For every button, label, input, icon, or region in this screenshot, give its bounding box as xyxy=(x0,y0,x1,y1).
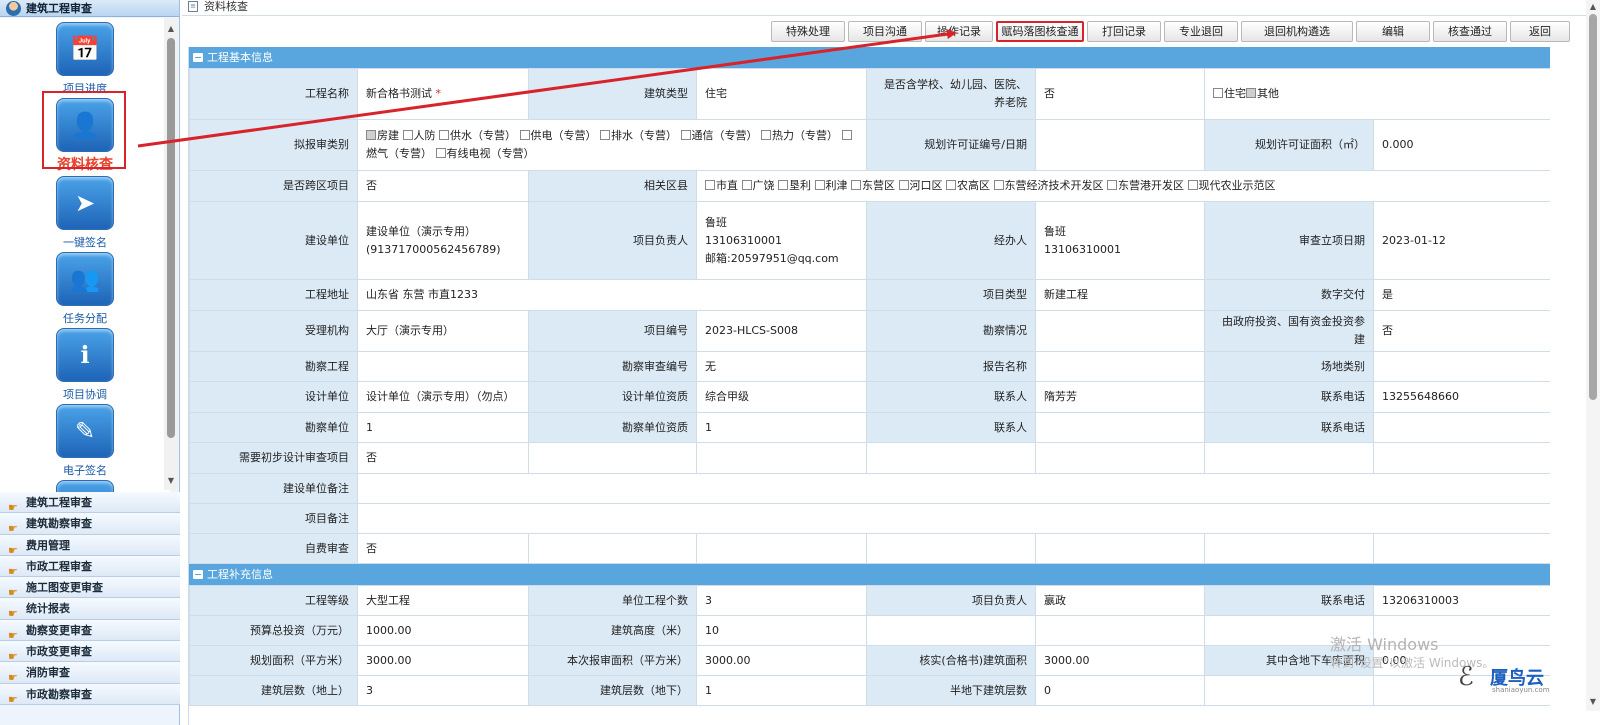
highlight-box xyxy=(42,91,126,169)
menu-item[interactable]: ☛ 费用管理 xyxy=(0,534,180,557)
sidebar-menu: ☛ 建筑工程审查 ☛ 建筑勘察审查 ☛ 费用管理 ☛ 市政工程审查 ☛ 施工图变更审查 ☛… xyxy=(0,492,180,706)
document-icon: ≡ xyxy=(188,1,198,12)
section-basic-header[interactable]: 工程基本信息 xyxy=(189,47,1550,68)
main-scroll-thumb[interactable] xyxy=(1589,14,1597,400)
form-content: 工程基本信息 工程名称 新合格书测试 * 建筑类型 住宅 是否含学校、幼儿园、医… xyxy=(188,47,1550,725)
checkbox[interactable] xyxy=(993,180,1004,190)
page-title: 资料核查 xyxy=(204,0,248,13)
operation-log-button[interactable]: 操作记录 xyxy=(925,21,993,42)
handler-value: 鲁班 13106310001 xyxy=(1035,201,1205,280)
sidebar-scroll-thumb[interactable] xyxy=(167,38,175,438)
checkbox[interactable] xyxy=(1187,180,1198,190)
menu-item[interactable]: ☛ 市政勘察审查 xyxy=(0,683,180,706)
specialty-return-button[interactable]: 专业退回 xyxy=(1164,21,1238,42)
project-manager-value: 鲁班 13106310001 邮箱:20597951@qq.com xyxy=(696,201,867,280)
menu-item[interactable]: ☛ 勘察变更审查 xyxy=(0,619,180,642)
return-agency-select-button[interactable]: 退回机构遴选 xyxy=(1241,21,1353,42)
collapse-icon[interactable] xyxy=(193,53,203,62)
checkbox[interactable] xyxy=(1246,88,1256,98)
checkbox[interactable] xyxy=(946,180,956,190)
project-name-value: 新合格书测试 * xyxy=(357,68,529,120)
signature-doc-icon: ✎ xyxy=(56,404,114,458)
checkbox[interactable] xyxy=(814,180,825,190)
menu-item[interactable]: ☛ 建筑勘察审查 xyxy=(0,513,180,535)
menu-item[interactable]: ☛ 统计报表 xyxy=(0,598,180,620)
checkbox[interactable] xyxy=(402,130,413,140)
sidebar-icon-task-assign[interactable]: 👥 任务分配 xyxy=(0,252,170,326)
menu-item[interactable]: ☛ 施工图变更审查 xyxy=(0,577,180,599)
brand-logo: ℰ 厦鸟云 shaniaoyun.com xyxy=(1458,662,1550,694)
sidebar-icon-one-key-sign[interactable]: ➤ 一键签名 xyxy=(0,176,170,250)
main-scrollbar[interactable]: ▲ ▼ xyxy=(1586,0,1600,711)
sidebar: 建筑工程审查 📅 项目进度 👤 资料核查 ➤ 一键签名 👥 任务分配 ℹ 项目协… xyxy=(0,0,180,725)
scroll-up-arrow-icon[interactable]: ▲ xyxy=(1586,2,1600,11)
district-checkboxes: 市直 广饶 垦利 利津 东营区 河口区 农高区 东营经济技术开发区 东营港开发区… xyxy=(696,170,1550,202)
checkbox[interactable] xyxy=(519,130,530,140)
checkbox[interactable] xyxy=(851,180,861,190)
team-icon: 👥 xyxy=(56,252,114,306)
user-avatar-icon xyxy=(6,1,21,16)
checkbox[interactable] xyxy=(898,180,909,190)
menu-item[interactable]: ☛ 建筑工程审查 xyxy=(0,492,180,514)
back-button[interactable]: 返回 xyxy=(1510,21,1570,42)
scroll-down-arrow-icon[interactable]: ▼ xyxy=(164,474,178,488)
checkbox[interactable] xyxy=(680,130,691,140)
collapse-icon[interactable] xyxy=(193,570,203,579)
basic-info-table: 工程名称 新合格书测试 * 建筑类型 住宅 是否含学校、幼儿园、医院、养老院 否… xyxy=(189,68,1550,564)
bird-logo-icon: ℰ xyxy=(1458,662,1474,692)
checkbox[interactable] xyxy=(439,130,449,140)
checkbox[interactable] xyxy=(705,180,715,190)
check-pass-button[interactable]: 核查通过 xyxy=(1433,21,1507,42)
calendar-icon: 📅 xyxy=(56,22,114,76)
checkbox[interactable] xyxy=(435,148,446,158)
sidebar-icon-project-coord[interactable]: ℹ 项目协调 xyxy=(0,328,170,402)
report-type-checkboxes: 房建 人防 供水（专营） 供电（专营） 排水（专营） 通信（专营） 热力（专营）… xyxy=(357,119,867,171)
checkbox[interactable] xyxy=(366,130,376,140)
checkbox[interactable] xyxy=(600,130,610,140)
info-people-icon: ℹ xyxy=(56,328,114,382)
special-handling-button[interactable]: 特殊处理 xyxy=(771,21,845,42)
scroll-down-arrow-icon[interactable]: ▼ xyxy=(1586,697,1600,706)
sidebar-icon-e-sign[interactable]: ✎ 电子签名 xyxy=(0,404,170,478)
return-record-button[interactable]: 打回记录 xyxy=(1087,21,1161,42)
sidebar-icon-progress[interactable]: 📅 项目进度 xyxy=(0,22,170,96)
checkbox[interactable] xyxy=(1107,180,1117,190)
page-title-bar: ≡ 资料核查 xyxy=(182,0,1600,16)
menu-item[interactable]: ☛ 市政工程审查 xyxy=(0,555,180,578)
sidebar-icon-panel: 📅 项目进度 👤 资料核查 ➤ 一键签名 👥 任务分配 ℹ 项目协调 ✎ 电子签… xyxy=(0,18,170,498)
checkbox[interactable] xyxy=(778,180,788,190)
menu-item[interactable]: ☛ 消防审查 xyxy=(0,662,180,684)
signpost-icon: ➤ xyxy=(56,176,114,230)
code-map-check-button[interactable]: 赋码落图核查通 xyxy=(996,21,1084,42)
sidebar-header-label: 建筑工程审查 xyxy=(26,2,92,15)
section-supplement-header[interactable]: 工程补充信息 xyxy=(189,564,1550,585)
edit-button[interactable]: 编辑 xyxy=(1356,21,1430,42)
hand-pointer-icon: ☛ xyxy=(8,692,18,706)
main-panel: ≡ 资料核查 特殊处理 项目沟通 操作记录 赋码落图核查通 打回记录 专业退回 … xyxy=(182,0,1600,725)
sidebar-header[interactable]: 建筑工程审查 xyxy=(0,0,179,17)
project-communication-button[interactable]: 项目沟通 xyxy=(848,21,922,42)
checkbox[interactable] xyxy=(741,180,752,190)
menu-item[interactable]: ☛ 市政变更审查 xyxy=(0,641,180,663)
checkbox[interactable] xyxy=(841,130,852,140)
checkbox[interactable] xyxy=(761,130,771,140)
school-options: 住宅 其他 xyxy=(1204,68,1550,120)
scroll-up-arrow-icon[interactable]: ▲ xyxy=(164,22,178,36)
sidebar-scrollbar[interactable]: ▲ ▼ xyxy=(164,18,178,490)
toolbar: 特殊处理 项目沟通 操作记录 赋码落图核查通 打回记录 专业退回 退回机构遴选 … xyxy=(771,21,1570,43)
checkbox[interactable] xyxy=(1213,88,1223,98)
